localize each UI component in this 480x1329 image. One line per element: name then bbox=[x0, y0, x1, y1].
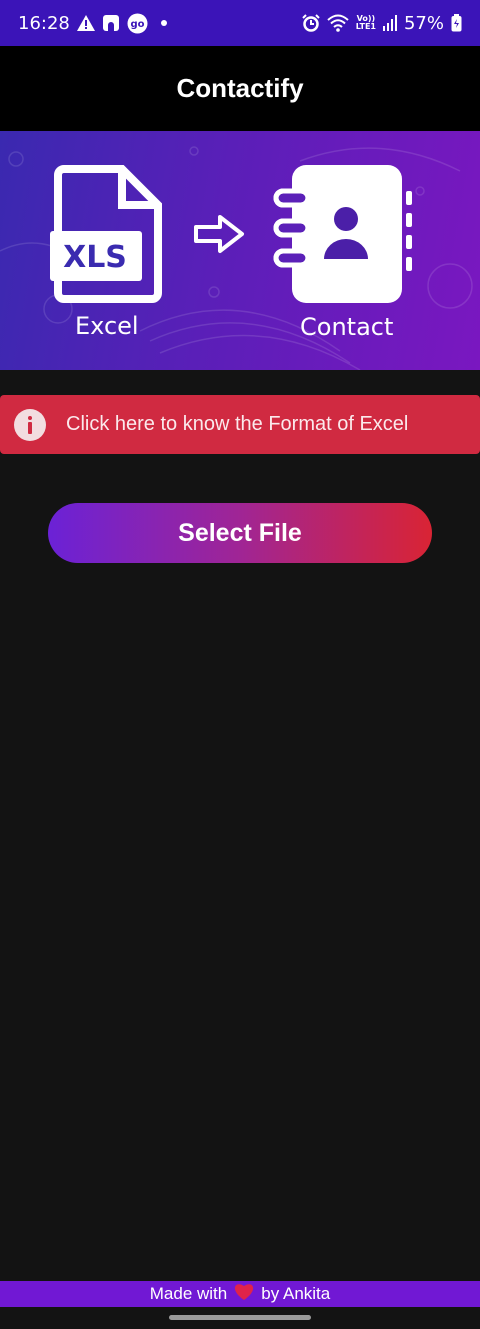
wifi-icon bbox=[327, 14, 349, 32]
arrow-right-icon bbox=[192, 213, 246, 260]
contact-book-icon bbox=[272, 163, 418, 310]
network-type: Vo)) LTE1 bbox=[356, 15, 376, 31]
info-icon bbox=[14, 408, 46, 441]
alert-triangle-icon bbox=[76, 15, 95, 31]
select-file-button[interactable]: Select File bbox=[48, 503, 432, 563]
alarm-icon bbox=[302, 14, 320, 32]
status-left: 16:28 go bbox=[18, 13, 167, 34]
nav-bar bbox=[0, 1307, 480, 1329]
hero-banner: XLS Excel Contact bbox=[0, 131, 480, 370]
battery-percent: 57% bbox=[403, 12, 444, 34]
format-info-text: Click here to know the Format of Excel bbox=[66, 413, 409, 435]
heart-icon bbox=[233, 1282, 255, 1306]
status-bar: 16:28 go Vo)) LTE1 57% bbox=[0, 0, 480, 46]
xls-file-icon: XLS bbox=[50, 165, 162, 308]
xls-label: XLS bbox=[63, 240, 127, 275]
home-indicator[interactable] bbox=[169, 1315, 311, 1320]
dot-icon bbox=[160, 20, 167, 26]
footer: Made with by Ankita bbox=[0, 1281, 480, 1307]
go-badge-text: go bbox=[130, 19, 144, 30]
signal-icon bbox=[382, 15, 397, 31]
network-line2: LTE1 bbox=[355, 22, 376, 31]
battery-icon bbox=[451, 14, 462, 32]
status-right: Vo)) LTE1 57% bbox=[302, 13, 462, 34]
bag-icon bbox=[102, 14, 120, 32]
go-icon: go bbox=[127, 13, 148, 34]
format-info-banner[interactable]: Click here to know the Format of Excel bbox=[0, 395, 480, 454]
app-title: Contactify bbox=[176, 73, 304, 103]
status-time: 16:28 bbox=[18, 12, 70, 34]
footer-prefix: Made with bbox=[149, 1284, 228, 1303]
contact-caption: Contact bbox=[300, 313, 394, 341]
excel-caption: Excel bbox=[75, 312, 139, 340]
footer-suffix: by Ankita bbox=[261, 1284, 331, 1303]
app-bar: Contactify bbox=[0, 46, 480, 131]
